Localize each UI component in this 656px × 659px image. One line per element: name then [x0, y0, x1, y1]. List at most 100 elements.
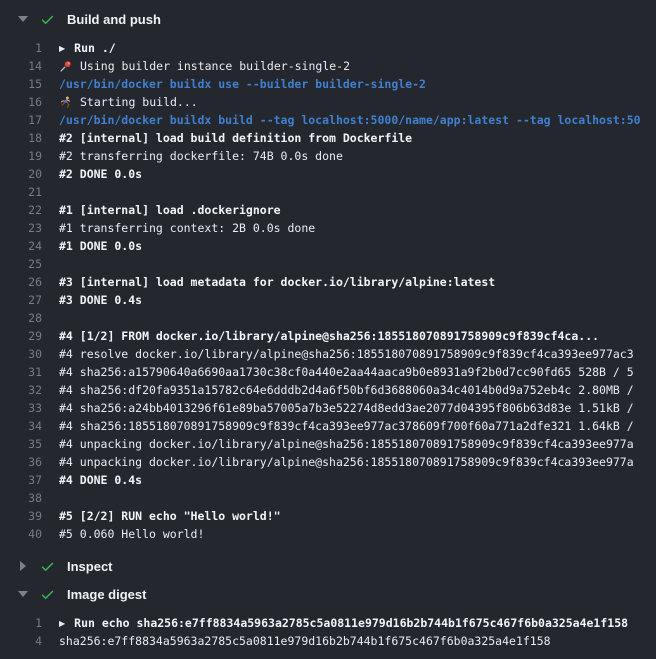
log-line: 30 #4 resolve docker.io/library/alpine@sh… — [0, 345, 656, 363]
log-text: Using builder instance builder-single-2 — [59, 59, 656, 73]
log-line: 20#2 DONE 0.0s — [0, 165, 656, 183]
expand-group-icon[interactable]: ▶ — [59, 44, 65, 53]
log-line: 26 #3 [internal] load metadata for docker… — [0, 273, 656, 291]
log-line: 18 #2 [internal] load build definition fr… — [0, 129, 656, 147]
section-build-and-push: Build and push 1 ▶Run ./ 14 Using builder i… — [0, 5, 656, 552]
log-text: #4 unpacking docker.io/library/alpine@sh… — [59, 455, 656, 469]
log-line: 16 Starting build... — [0, 93, 656, 111]
line-number[interactable]: 14 — [0, 59, 42, 73]
log-lines-build-and-push: 1 ▶Run ./ 14 Using builder instance builder… — [0, 33, 656, 552]
log-text: #4 [1/2] FROM docker.io/library/alpine@s… — [59, 329, 656, 343]
line-number[interactable]: 36 — [0, 455, 42, 469]
log-text: #1 transferring context: 2B 0.0s done — [59, 221, 656, 235]
line-number[interactable]: 30 — [0, 347, 42, 361]
line-number[interactable]: 18 — [0, 131, 42, 145]
chevron-right-icon — [17, 561, 28, 571]
line-number[interactable]: 40 — [0, 527, 42, 541]
log-text: sha256:e7ff8834a5963a2785c5a0811e979d16b… — [59, 634, 656, 648]
log-line: 32#4 sha256:df20fa9351a15782c64e6dddb2d4… — [0, 381, 656, 399]
log-text[interactable]: ▶Run ./ — [59, 41, 656, 55]
log-text: #5 0.060 Hello world! — [59, 527, 656, 541]
log-text: #1 [internal] load .dockerignore — [59, 203, 656, 217]
line-number[interactable]: 39 — [0, 509, 42, 523]
log-line: 23 #1 transferring context: 2B 0.0s done — [0, 219, 656, 237]
line-number[interactable]: 38 — [0, 491, 42, 505]
line-number[interactable]: 16 — [0, 95, 42, 109]
log-text: #5 [2/2] RUN echo "Hello world!" — [59, 509, 656, 523]
section-inspect: Inspect — [0, 552, 656, 580]
line-number[interactable]: 27 — [0, 293, 42, 307]
runner-icon — [59, 96, 72, 109]
log-line: 22 #1 [internal] load .dockerignore — [0, 201, 656, 219]
log-line: 1 ▶Run ./ — [0, 39, 656, 57]
line-number[interactable]: 19 — [0, 149, 42, 163]
log-text: #4 sha256:a24bb4013296f61e89ba57005a7b3e… — [59, 401, 656, 415]
section-image-digest: Image digest 1 ▶Run echo sha256:e7ff8834a… — [0, 580, 656, 659]
log-line: 31 #4 sha256:a15790640a6690aa1730c38cf0a4… — [0, 363, 656, 381]
log-line: 36 #4 unpacking docker.io/library/alpine@… — [0, 453, 656, 471]
log-lines-image-digest: 1 ▶Run echo sha256:e7ff8834a5963a2785c5a0… — [0, 608, 656, 659]
section-title: Image digest — [67, 587, 146, 602]
log-text: #4 sha256:185518070891758909c9f839cf4ca3… — [59, 419, 656, 433]
log-line: 35 #4 unpacking docker.io/library/alpine@… — [0, 435, 656, 453]
line-number[interactable]: 24 — [0, 239, 42, 253]
line-number[interactable]: 28 — [0, 311, 42, 325]
line-number[interactable]: 25 — [0, 257, 42, 271]
pushpin-icon — [59, 60, 72, 73]
log-text: #4 sha256:a15790640a6690aa1730c38cf0a440… — [59, 365, 656, 379]
section-title: Inspect — [67, 559, 113, 574]
log-text: #3 DONE 0.4s — [59, 293, 656, 307]
log-line: 19#2 transferring dockerfile: 74B 0.0s d… — [0, 147, 656, 165]
section-header-build-and-push[interactable]: Build and push — [0, 5, 656, 33]
log-line: 4 sha256:e7ff8834a5963a2785c5a0811e979d16… — [0, 632, 656, 650]
log-text: Starting build... — [59, 95, 656, 109]
line-number[interactable]: 23 — [0, 221, 42, 235]
log-line: 40 #5 0.060 Hello world! — [0, 525, 656, 543]
log-text: #4 unpacking docker.io/library/alpine@sh… — [59, 437, 656, 451]
log-text: #4 DONE 0.4s — [59, 473, 656, 487]
workflow-log-viewer: Build and push 1▶Run ./14Using builder i… — [0, 0, 656, 659]
line-number[interactable]: 29 — [0, 329, 42, 343]
log-line: 25 — [0, 255, 656, 273]
line-number[interactable]: 26 — [0, 275, 42, 289]
line-number[interactable]: 17 — [0, 113, 42, 127]
log-text: #1 DONE 0.0s — [59, 239, 656, 253]
line-number[interactable]: 31 — [0, 365, 42, 379]
line-number[interactable]: 1 — [0, 41, 42, 55]
expand-group-icon[interactable]: ▶ — [59, 619, 65, 628]
section-header-image-digest[interactable]: Image digest — [0, 580, 656, 608]
log-line: 28 — [0, 309, 656, 327]
log-line: 34 #4 sha256:185518070891758909c9f839cf4c… — [0, 417, 656, 435]
log-line: 33 #4 sha256:a24bb4013296f61e89ba57005a7b… — [0, 399, 656, 417]
log-command-text: /usr/bin/docker buildx use --builder bui… — [59, 77, 656, 91]
line-number[interactable]: 22 — [0, 203, 42, 217]
log-line: 38 — [0, 489, 656, 507]
line-number[interactable]: 1 — [0, 616, 42, 630]
log-line: 21 — [0, 183, 656, 201]
log-command-text: /usr/bin/docker buildx build --tag local… — [59, 113, 656, 127]
line-number[interactable]: 35 — [0, 437, 42, 451]
log-line: 29 #4 [1/2] FROM docker.io/library/alpine… — [0, 327, 656, 345]
success-check-icon — [40, 12, 55, 27]
log-text: #3 [internal] load metadata for docker.i… — [59, 275, 656, 289]
log-line: 17/usr/bin/docker buildx build --tag loc… — [0, 111, 656, 129]
line-number[interactable]: 37 — [0, 473, 42, 487]
log-text[interactable]: ▶Run echo sha256:e7ff8834a5963a2785c5a08… — [59, 616, 656, 630]
section-title: Build and push — [67, 12, 161, 27]
line-number[interactable]: 21 — [0, 185, 42, 199]
line-number[interactable]: 34 — [0, 419, 42, 433]
log-line: 27 #3 DONE 0.4s — [0, 291, 656, 309]
success-check-icon — [40, 587, 55, 602]
log-text: #4 resolve docker.io/library/alpine@sha2… — [59, 347, 656, 361]
line-number[interactable]: 20 — [0, 167, 42, 181]
line-number[interactable]: 15 — [0, 77, 42, 91]
log-line: 1 ▶Run echo sha256:e7ff8834a5963a2785c5a0… — [0, 614, 656, 632]
chevron-down-icon — [17, 591, 28, 597]
section-header-inspect[interactable]: Inspect — [0, 552, 656, 580]
line-number[interactable]: 4 — [0, 634, 42, 648]
log-text: #2 [internal] load build definition from… — [59, 131, 656, 145]
line-number[interactable]: 32 — [0, 383, 42, 397]
success-check-icon — [40, 559, 55, 574]
line-number[interactable]: 33 — [0, 401, 42, 415]
log-line: 39 #5 [2/2] RUN echo "Hello world!" — [0, 507, 656, 525]
